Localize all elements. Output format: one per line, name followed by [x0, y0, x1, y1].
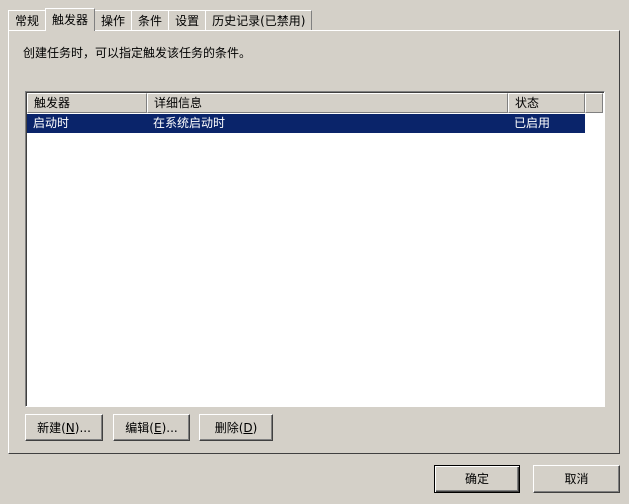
new-button-suffix: )... [74, 420, 91, 435]
tab-history[interactable]: 历史记录(已禁用) [205, 10, 313, 30]
cell-trigger: 启动时 [33, 116, 70, 130]
new-button-label: 新建( [37, 420, 66, 435]
triggers-tab-page: 创建任务时，可以指定触发该任务的条件。 触发器 详细信息 状态 启动时 在系统启… [8, 30, 620, 454]
new-trigger-button[interactable]: 新建(N)... [25, 414, 103, 441]
delete-trigger-button[interactable]: 删除(D) [199, 414, 273, 441]
edit-button-accesskey: E [153, 420, 162, 435]
column-header-details[interactable]: 详细信息 [147, 93, 508, 113]
list-header: 触发器 详细信息 状态 [27, 93, 603, 113]
cancel-button[interactable]: 取消 [533, 465, 620, 493]
edit-button-label: 编辑( [125, 420, 154, 435]
tab-general[interactable]: 常规 [8, 10, 47, 30]
ok-button[interactable]: 确定 [434, 465, 520, 493]
cell-status: 已启用 [514, 116, 551, 130]
column-header-filler [585, 93, 603, 113]
tab-actions[interactable]: 操作 [94, 10, 133, 30]
task-properties-dialog: 常规 触发器 操作 条件 设置 历史记录(已禁用) 创建任务时，可以指定触发该任… [0, 0, 629, 504]
tab-settings[interactable]: 设置 [168, 10, 207, 30]
delete-button-accesskey: D [243, 420, 253, 435]
triggers-list[interactable]: 触发器 详细信息 状态 启动时 在系统启动时 已启用 [25, 91, 605, 407]
delete-button-suffix: ) [252, 420, 258, 435]
new-button-accesskey: N [65, 420, 75, 435]
tab-conditions[interactable]: 条件 [131, 10, 170, 30]
table-row[interactable]: 启动时 在系统启动时 已启用 [27, 114, 585, 133]
edit-trigger-button[interactable]: 编辑(E)... [113, 414, 190, 441]
tab-description: 创建任务时，可以指定触发该任务的条件。 [23, 46, 252, 60]
tab-triggers[interactable]: 触发器 [45, 8, 96, 31]
delete-button-label: 删除( [214, 420, 244, 435]
edit-button-suffix: )... [161, 420, 178, 435]
column-header-status[interactable]: 状态 [508, 93, 585, 113]
tab-strip: 常规 触发器 操作 条件 设置 历史记录(已禁用) [8, 8, 313, 31]
cell-details: 在系统启动时 [153, 116, 226, 130]
column-header-trigger[interactable]: 触发器 [27, 93, 147, 113]
